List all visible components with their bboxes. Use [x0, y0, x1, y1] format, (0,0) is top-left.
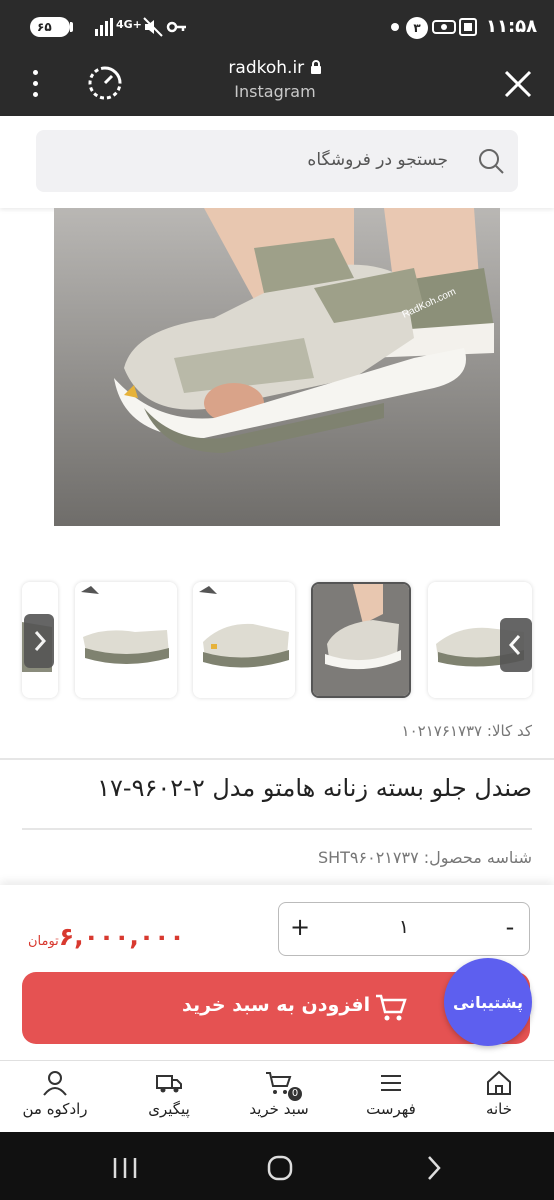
truck-icon	[156, 1075, 182, 1093]
list-icon	[381, 1075, 401, 1091]
browser-title: Instagram	[234, 82, 316, 101]
nav-label-account: رادکوه من	[22, 1100, 88, 1118]
browser-bar: radkoh.ir Instagram	[0, 54, 554, 116]
system-nav-bar	[0, 1132, 554, 1200]
search-icon	[479, 149, 504, 174]
nav-item-account[interactable]: رادکوه من	[0, 1069, 110, 1118]
network-label: 4G+	[116, 18, 142, 31]
cart-count-badge: 0	[288, 1087, 302, 1101]
price: ۶,۰۰۰,۰۰۰تومان	[28, 922, 185, 951]
record-icon	[432, 20, 456, 34]
quantity-stepper: + ۱ -	[278, 902, 530, 956]
nav-item-menu[interactable]: فهرست	[336, 1069, 446, 1118]
nav-item-cart[interactable]: 0 سبد خرید	[224, 1069, 334, 1118]
quantity-value: ۱	[398, 916, 410, 938]
battery-level: ۶۵	[37, 20, 52, 34]
search-header: جستجو در فروشگاه	[0, 116, 554, 208]
menu-dots-icon[interactable]	[24, 66, 48, 102]
search-input[interactable]: جستجو در فروشگاه	[36, 130, 518, 192]
nav-label-cart: سبد خرید	[249, 1100, 309, 1118]
support-button[interactable]: پشتیبانی	[444, 958, 532, 1046]
screen-icon	[459, 18, 477, 36]
home-circle-icon[interactable]	[266, 1154, 294, 1182]
decrease-button[interactable]: -	[495, 913, 525, 941]
cart-icon	[376, 994, 407, 1021]
user-icon	[43, 1071, 67, 1096]
bottom-nav: رادکوه من پیگیری 0 سبد خرید فهرست خانه	[0, 1060, 554, 1132]
increase-button[interactable]: +	[285, 913, 315, 941]
product-title: صندل جلو بسته زنانه هامتو مدل ۲-۹۶۰۲-۱۷	[97, 774, 532, 802]
key-icon	[166, 21, 186, 33]
browser-domain: radkoh.ir	[180, 58, 370, 78]
signal-icon	[95, 18, 113, 36]
battery-icon: ۶۵	[30, 17, 70, 37]
nav-item-tracking[interactable]: پیگیری	[114, 1069, 224, 1118]
add-to-cart-label: افزودن به سبد خرید	[182, 994, 371, 1016]
thumbnail-3[interactable]	[193, 582, 295, 698]
nav-label-menu: فهرست	[366, 1100, 416, 1118]
nav-label-home: خانه	[485, 1100, 513, 1118]
clock: ۱۱:۵۸	[486, 16, 538, 37]
back-icon[interactable]	[424, 1154, 444, 1182]
thumbnail-4-active[interactable]	[311, 582, 411, 698]
nav-item-home[interactable]: خانه	[444, 1069, 554, 1118]
chevron-right-icon[interactable]	[500, 618, 532, 672]
mute-icon	[143, 17, 163, 37]
sku-label: کد کالا: ۱۰۲۱۷۶۱۷۳۷	[401, 722, 532, 740]
notif-badge: ۳	[406, 17, 428, 39]
search-placeholder: جستجو در فروشگاه	[307, 150, 448, 170]
chevron-left-icon[interactable]	[24, 614, 54, 668]
divider	[22, 828, 532, 830]
reload-icon[interactable]	[86, 64, 124, 102]
lock-icon	[310, 60, 321, 74]
recents-icon[interactable]	[112, 1156, 138, 1180]
dot-icon	[391, 23, 399, 31]
divider	[0, 758, 554, 760]
nav-label-tracking: پیگیری	[148, 1100, 190, 1118]
product-id-label: شناسه محصول: SHT۹۶۰۲۱۷۳۷	[317, 848, 532, 867]
thumbnail-2[interactable]	[75, 582, 177, 698]
home-icon	[487, 1070, 511, 1095]
product-main-image[interactable]: RadKoh.com	[54, 208, 500, 526]
close-icon[interactable]	[500, 66, 536, 102]
status-bar: ۶۵ 4G+ ۳ ۱۱:۵۸	[0, 0, 554, 54]
